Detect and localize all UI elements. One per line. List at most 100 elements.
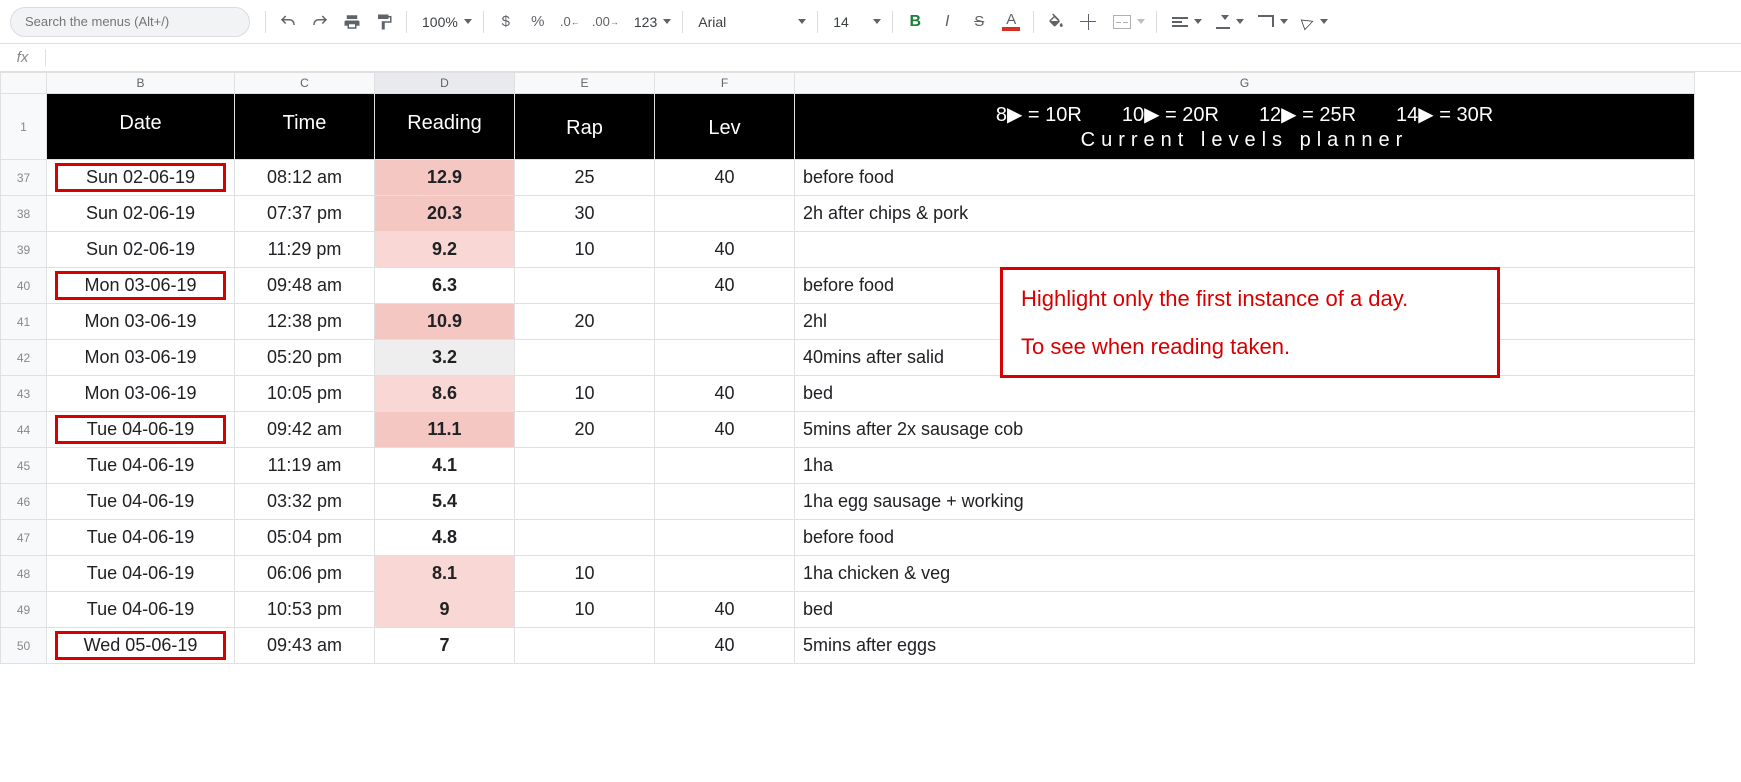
cell-reading[interactable]: 5.4 [375, 484, 515, 520]
paint-format-button[interactable] [369, 7, 399, 37]
row-header[interactable]: 40 [1, 268, 47, 304]
print-button[interactable] [337, 7, 367, 37]
text-color-button[interactable]: A [996, 7, 1026, 37]
cell-note[interactable]: bed [795, 592, 1695, 628]
row-header[interactable]: 50 [1, 628, 47, 664]
currency-button[interactable]: $ [491, 7, 521, 37]
cell-time[interactable]: 12:38 pm [235, 304, 375, 340]
row-header-1[interactable]: 1 [1, 94, 47, 160]
row-header[interactable]: 44 [1, 412, 47, 448]
cell-time[interactable]: 05:20 pm [235, 340, 375, 376]
col-header-E[interactable]: E [515, 73, 655, 94]
cell-lev[interactable]: 40 [655, 592, 795, 628]
cell-rap[interactable]: 10 [515, 556, 655, 592]
row-header[interactable]: 39 [1, 232, 47, 268]
undo-button[interactable] [273, 7, 303, 37]
percent-button[interactable]: % [523, 7, 553, 37]
row-header[interactable]: 46 [1, 484, 47, 520]
cell-date[interactable]: Tue 04-06-19 [47, 448, 235, 484]
formula-input[interactable] [46, 50, 1741, 65]
cell-date[interactable]: Mon 03-06-19 [47, 340, 235, 376]
row-header[interactable]: 48 [1, 556, 47, 592]
cell-lev[interactable]: 40 [655, 232, 795, 268]
cell-time[interactable]: 09:42 am [235, 412, 375, 448]
cell-reading[interactable]: 7 [375, 628, 515, 664]
cell-note[interactable]: 1ha chicken & veg [795, 556, 1695, 592]
cell-time[interactable]: 11:19 am [235, 448, 375, 484]
header-rap[interactable]: Rap [515, 94, 655, 160]
cell-date[interactable]: Tue 04-06-19 [47, 484, 235, 520]
row-header[interactable]: 45 [1, 448, 47, 484]
cell-note[interactable]: before food [795, 160, 1695, 196]
cell-rap[interactable] [515, 628, 655, 664]
cell-time[interactable]: 10:05 pm [235, 376, 375, 412]
vertical-align-dropdown[interactable] [1208, 8, 1248, 36]
text-wrap-dropdown[interactable] [1250, 8, 1292, 36]
cell-note[interactable]: 2h after chips & pork [795, 196, 1695, 232]
row-header[interactable]: 47 [1, 520, 47, 556]
cell-rap[interactable] [515, 340, 655, 376]
cell-note[interactable] [795, 232, 1695, 268]
font-dropdown[interactable]: Arial [690, 8, 810, 36]
cell-date[interactable]: Mon 03-06-19 [47, 304, 235, 340]
cell-time[interactable]: 11:29 pm [235, 232, 375, 268]
cell-rap[interactable]: 20 [515, 412, 655, 448]
cell-date[interactable]: Tue 04-06-19 [47, 520, 235, 556]
cell-reading[interactable]: 11.1 [375, 412, 515, 448]
cell-note[interactable]: bed [795, 376, 1695, 412]
cell-rap[interactable]: 20 [515, 304, 655, 340]
col-header-C[interactable]: C [235, 73, 375, 94]
cell-rap[interactable]: 25 [515, 160, 655, 196]
cell-date[interactable]: Wed 05-06-19 [47, 628, 235, 664]
italic-button[interactable]: I [932, 7, 962, 37]
bold-button[interactable]: B [900, 7, 930, 37]
cell-date[interactable]: Sun 02-06-19 [47, 232, 235, 268]
cell-reading[interactable]: 20.3 [375, 196, 515, 232]
cell-rap[interactable] [515, 268, 655, 304]
cell-lev[interactable] [655, 304, 795, 340]
cell-time[interactable]: 08:12 am [235, 160, 375, 196]
cell-lev[interactable] [655, 196, 795, 232]
cell-lev[interactable]: 40 [655, 628, 795, 664]
cell-note[interactable]: 5mins after 2x sausage cob [795, 412, 1695, 448]
cell-date[interactable]: Tue 04-06-19 [47, 412, 235, 448]
cell-reading[interactable]: 3.2 [375, 340, 515, 376]
cell-rap[interactable]: 10 [515, 592, 655, 628]
cell-date[interactable]: Tue 04-06-19 [47, 592, 235, 628]
cell-lev[interactable] [655, 520, 795, 556]
header-planner[interactable]: 8▶ = 10R10▶ = 20R12▶ = 25R14▶ = 30R Curr… [795, 94, 1695, 160]
header-lev[interactable]: Lev [655, 94, 795, 160]
row-header[interactable]: 38 [1, 196, 47, 232]
cell-rap[interactable]: 30 [515, 196, 655, 232]
cell-time[interactable]: 10:53 pm [235, 592, 375, 628]
row-header[interactable]: 49 [1, 592, 47, 628]
cell-lev[interactable]: 40 [655, 268, 795, 304]
cell-rap[interactable] [515, 448, 655, 484]
cell-lev[interactable] [655, 484, 795, 520]
decrease-decimal-button[interactable]: .0← [555, 7, 585, 37]
cell-reading[interactable]: 9 [375, 592, 515, 628]
increase-decimal-button[interactable]: .00→ [587, 7, 624, 37]
cell-note[interactable]: 1ha egg sausage + working [795, 484, 1695, 520]
spreadsheet-grid[interactable]: B C D E F G 1 Date Time Reading Rap Lev … [0, 72, 1741, 664]
strikethrough-button[interactable]: S [964, 7, 994, 37]
header-reading[interactable]: Reading [375, 94, 515, 160]
cell-lev[interactable] [655, 340, 795, 376]
cell-rap[interactable] [515, 484, 655, 520]
cell-lev[interactable]: 40 [655, 376, 795, 412]
horizontal-align-dropdown[interactable] [1164, 8, 1206, 36]
cell-time[interactable]: 09:43 am [235, 628, 375, 664]
menu-search-input[interactable] [23, 13, 245, 30]
redo-button[interactable] [305, 7, 335, 37]
cell-date[interactable]: Mon 03-06-19 [47, 268, 235, 304]
cell-note[interactable]: before food [795, 520, 1695, 556]
text-rotation-dropdown[interactable]: ▷ [1294, 8, 1332, 36]
row-header[interactable]: 41 [1, 304, 47, 340]
cell-time[interactable]: 03:32 pm [235, 484, 375, 520]
cell-reading[interactable]: 8.6 [375, 376, 515, 412]
row-header[interactable]: 43 [1, 376, 47, 412]
cell-date[interactable]: Tue 04-06-19 [47, 556, 235, 592]
cell-rap[interactable]: 10 [515, 232, 655, 268]
col-header-F[interactable]: F [655, 73, 795, 94]
cell-reading[interactable]: 10.9 [375, 304, 515, 340]
